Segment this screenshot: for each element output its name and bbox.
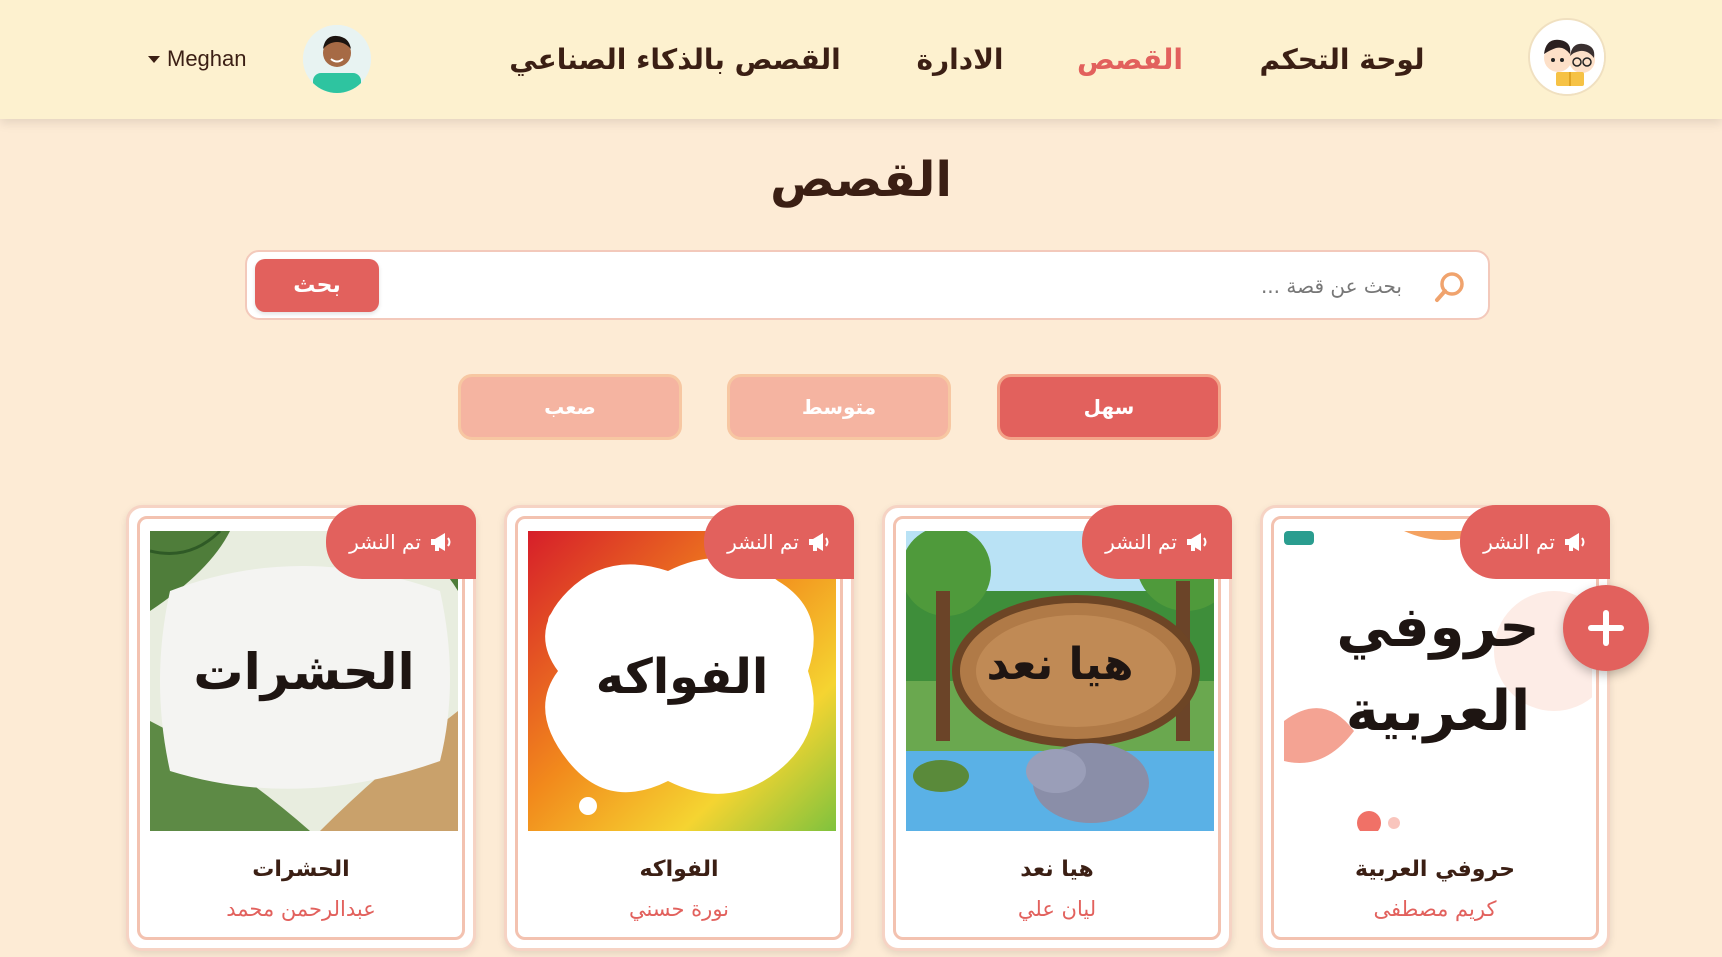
story-card-frame: الحشرات الحشرات عبدالرحمن محمد: [137, 516, 465, 940]
story-card-frame: حروفي العربية حروفي العربية كريم مصطفى: [1271, 516, 1599, 940]
story-author: ليان علي: [1017, 897, 1097, 921]
story-author: كريم مصطفى: [1373, 897, 1497, 921]
story-card-frame: هيا نعد هيا نعد ليان علي: [893, 516, 1221, 940]
search-icon: [1435, 272, 1464, 302]
megaphone-icon: [430, 533, 451, 551]
status-badge-label: تم النشر: [727, 530, 799, 554]
nav-link-dashboard[interactable]: لوحة التحكم: [1252, 38, 1432, 82]
status-badge: تم النشر: [1460, 505, 1610, 579]
search-input[interactable]: [392, 262, 1402, 310]
avatar[interactable]: [303, 25, 371, 93]
search-button[interactable]: بحث: [255, 259, 379, 312]
story-card[interactable]: الحشرات الحشرات عبدالرحمن محمد تم النشر: [126, 505, 476, 951]
caret-down-icon: [148, 55, 160, 63]
status-badge-label: تم النشر: [349, 530, 421, 554]
user-menu[interactable]: Meghan: [148, 44, 247, 74]
status-badge: تم النشر: [1082, 505, 1232, 579]
nav-link-admin[interactable]: الادارة: [905, 38, 1015, 82]
story-card[interactable]: الفواكه الفواكه نورة حسني تم النشر: [504, 505, 854, 951]
story-cover-text: الحشرات: [193, 643, 415, 701]
filter-hard[interactable]: صعب: [458, 374, 682, 440]
story-author: عبدالرحمن محمد: [226, 897, 376, 921]
add-story-button[interactable]: [1563, 585, 1649, 671]
story-cover-text: الفواكه: [595, 649, 769, 705]
status-badge-label: تم النشر: [1105, 530, 1177, 554]
megaphone-icon: [808, 533, 829, 551]
story-cover-text: هيا نعد: [986, 639, 1134, 690]
story-card[interactable]: هيا نعد هيا نعد ليان علي تم النشر: [882, 505, 1232, 951]
top-navbar: لوحة التحكم القصص الادارة القصص بالذكاء …: [0, 0, 1722, 119]
story-title: الحشرات: [252, 857, 350, 882]
story-author: نورة حسني: [628, 897, 730, 921]
kids-reading-logo-icon[interactable]: [1528, 18, 1606, 96]
filter-easy[interactable]: سهل: [997, 374, 1221, 440]
story-title: هيا نعد: [1020, 857, 1094, 882]
filter-medium[interactable]: متوسط: [727, 374, 951, 440]
status-badge: تم النشر: [704, 505, 854, 579]
cover-line-2: العربية: [1345, 679, 1531, 744]
story-card[interactable]: حروفي العربية حروفي العربية كريم مصطفى ت…: [1260, 505, 1610, 951]
megaphone-icon: [1186, 533, 1207, 551]
nav-link-ai-stories[interactable]: القصص بالذكاء الصناعي: [505, 38, 845, 82]
story-card-frame: الفواكه الفواكه نورة حسني: [515, 516, 843, 940]
story-cover-text: حروفي العربية: [1284, 586, 1592, 754]
status-badge: تم النشر: [326, 505, 476, 579]
status-badge-label: تم النشر: [1483, 530, 1555, 554]
user-name: Meghan: [167, 46, 247, 71]
page-title: القصص: [770, 152, 952, 208]
cover-line-1: حروفي: [1336, 595, 1540, 660]
story-title: حروفي العربية: [1354, 857, 1516, 882]
nav-link-stories[interactable]: القصص: [1065, 38, 1195, 82]
search-bar: بحث: [245, 250, 1490, 320]
story-title: الفواكه: [639, 857, 719, 882]
megaphone-icon: [1564, 533, 1585, 551]
